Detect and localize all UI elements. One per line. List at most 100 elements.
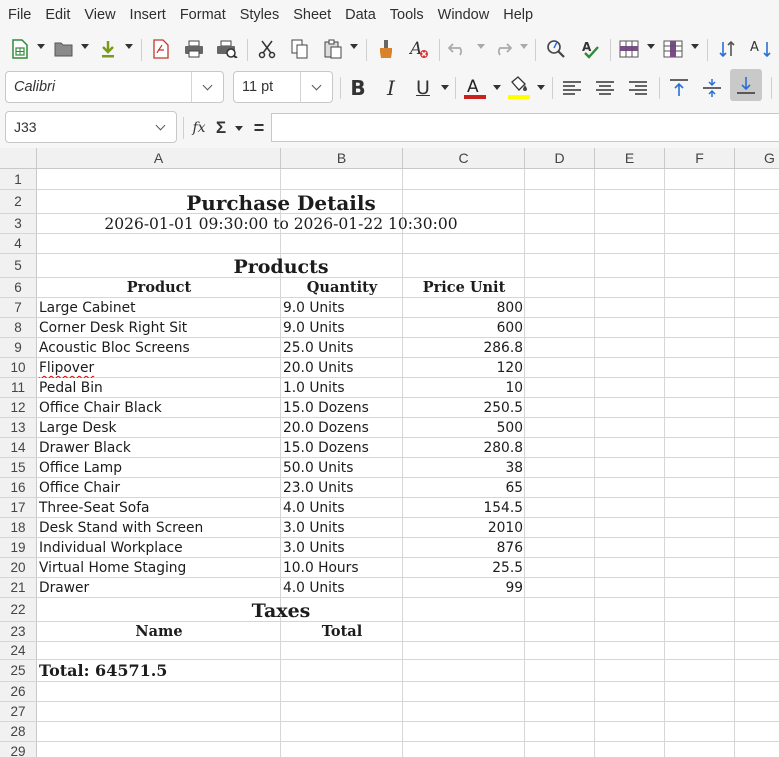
product-quantity-cell[interactable]: 9.0 Units — [281, 298, 403, 318]
row-header-10[interactable]: 10 — [0, 358, 37, 378]
row-dropdown-icon[interactable] — [647, 44, 655, 49]
row-header-16[interactable]: 16 — [0, 478, 37, 498]
column-header-f[interactable]: F — [665, 148, 735, 169]
new-dropdown-icon[interactable] — [37, 44, 45, 49]
row-header-23[interactable]: 23 — [0, 622, 37, 642]
menu-sheet[interactable]: Sheet — [286, 0, 338, 31]
product-quantity-cell[interactable]: 3.0 Units — [281, 538, 403, 558]
product-price-cell[interactable]: 280.8 — [403, 438, 525, 458]
font-name-dropdown-icon[interactable] — [191, 72, 223, 102]
sum-icon[interactable]: Σ — [211, 115, 231, 141]
highlight-color-dropdown-icon[interactable] — [537, 85, 545, 90]
print-preview-icon[interactable] — [215, 36, 239, 62]
product-name-cell[interactable]: Flipover — [37, 358, 281, 378]
product-price-cell[interactable]: 800 — [403, 298, 525, 318]
product-name-cell[interactable]: Office Chair Black — [37, 398, 281, 418]
product-quantity-cell[interactable]: 3.0 Units — [281, 518, 403, 538]
column-header-g[interactable]: G — [735, 148, 779, 169]
product-quantity-cell[interactable]: 9.0 Units — [281, 318, 403, 338]
product-name-cell[interactable]: Corner Desk Right Sit — [37, 318, 281, 338]
product-price-cell[interactable]: 10 — [403, 378, 525, 398]
product-price-cell[interactable]: 65 — [403, 478, 525, 498]
row-header-11[interactable]: 11 — [0, 378, 37, 398]
paste-dropdown-icon[interactable] — [350, 44, 358, 49]
align-left-icon[interactable] — [560, 75, 584, 101]
undo-dropdown-icon[interactable] — [477, 44, 485, 49]
row-header-21[interactable]: 21 — [0, 578, 37, 598]
open-folder-icon[interactable] — [52, 36, 76, 62]
save-icon[interactable] — [96, 36, 120, 62]
function-wizard-icon[interactable]: fx — [189, 115, 209, 141]
product-quantity-cell[interactable]: 15.0 Dozens — [281, 438, 403, 458]
row-header-25[interactable]: 25 — [0, 660, 37, 682]
font-color-dropdown-icon[interactable] — [493, 85, 501, 90]
row-header-29[interactable]: 29 — [0, 742, 37, 757]
row-header-12[interactable]: 12 — [0, 398, 37, 418]
product-name-cell[interactable]: Large Desk — [37, 418, 281, 438]
product-price-cell[interactable]: 99 — [403, 578, 525, 598]
undo-icon[interactable] — [446, 36, 470, 62]
product-name-cell[interactable]: Virtual Home Staging — [37, 558, 281, 578]
menu-styles[interactable]: Styles — [233, 0, 287, 31]
export-pdf-icon[interactable] — [149, 36, 173, 62]
column-icon[interactable] — [661, 36, 685, 62]
product-name-cell[interactable]: Drawer — [37, 578, 281, 598]
product-price-cell[interactable]: 876 — [403, 538, 525, 558]
product-name-cell[interactable]: Individual Workplace — [37, 538, 281, 558]
menu-format[interactable]: Format — [173, 0, 233, 31]
name-box-dropdown-icon[interactable] — [144, 112, 176, 142]
row-header-13[interactable]: 13 — [0, 418, 37, 438]
row-header-17[interactable]: 17 — [0, 498, 37, 518]
highlight-color-button[interactable] — [506, 75, 532, 101]
menu-edit[interactable]: Edit — [38, 0, 77, 31]
bold-button[interactable]: B — [346, 75, 370, 101]
clone-formatting-icon[interactable] — [374, 36, 398, 62]
product-name-cell[interactable]: Pedal Bin — [37, 378, 281, 398]
redo-icon[interactable] — [490, 36, 514, 62]
product-name-cell[interactable]: Three-Seat Sofa — [37, 498, 281, 518]
font-name-box[interactable]: Calibri — [5, 71, 224, 103]
underline-dropdown-icon[interactable] — [441, 85, 449, 90]
column-header-b[interactable]: B — [281, 148, 403, 169]
row-header-8[interactable]: 8 — [0, 318, 37, 338]
sort-icon[interactable] — [715, 36, 739, 62]
product-name-cell[interactable]: Desk Stand with Screen — [37, 518, 281, 538]
product-quantity-cell[interactable]: 4.0 Units — [281, 498, 403, 518]
product-price-cell[interactable]: 154.5 — [403, 498, 525, 518]
row-header-15[interactable]: 15 — [0, 458, 37, 478]
row-header-24[interactable]: 24 — [0, 642, 37, 660]
center-vertically-icon[interactable] — [700, 75, 724, 101]
sort-ascending-icon[interactable]: A — [748, 36, 774, 62]
row-header-9[interactable]: 9 — [0, 338, 37, 358]
product-quantity-cell[interactable]: 50.0 Units — [281, 458, 403, 478]
menu-help[interactable]: Help — [496, 0, 540, 31]
italic-button[interactable]: I — [379, 75, 403, 101]
column-header-e[interactable]: E — [595, 148, 665, 169]
underline-button[interactable]: U — [411, 75, 435, 101]
row-header-27[interactable]: 27 — [0, 702, 37, 722]
row-header-22[interactable]: 22 — [0, 598, 37, 622]
column-header-c[interactable]: C — [403, 148, 525, 169]
spreadsheet-grid[interactable]: A B C D E F G 1 2 3 4 5 6 7 8 9 10 11 12 13 14 15 16 17 1… — [0, 148, 779, 757]
formula-input[interactable] — [271, 113, 779, 142]
align-center-icon[interactable] — [593, 75, 617, 101]
print-icon[interactable] — [182, 36, 206, 62]
redo-dropdown-icon[interactable] — [520, 44, 528, 49]
menu-view[interactable]: View — [77, 0, 122, 31]
row-header-18[interactable]: 18 — [0, 518, 37, 538]
product-quantity-cell[interactable]: 20.0 Units — [281, 358, 403, 378]
font-name-value[interactable]: Calibri — [6, 79, 191, 95]
name-box[interactable]: J33 — [5, 111, 177, 143]
product-price-cell[interactable]: 500 — [403, 418, 525, 438]
sum-dropdown-icon[interactable] — [235, 126, 243, 131]
formula-equals-icon[interactable]: = — [249, 115, 269, 141]
product-quantity-cell[interactable]: 10.0 Hours — [281, 558, 403, 578]
cell-reference[interactable]: J33 — [6, 119, 144, 135]
row-header-28[interactable]: 28 — [0, 722, 37, 742]
menu-file[interactable]: File — [1, 0, 38, 31]
font-size-dropdown-icon[interactable] — [300, 72, 332, 102]
product-quantity-cell[interactable]: 23.0 Units — [281, 478, 403, 498]
paste-icon[interactable] — [321, 36, 345, 62]
spelling-icon[interactable]: A — [578, 36, 602, 62]
align-top-icon[interactable] — [667, 75, 691, 101]
